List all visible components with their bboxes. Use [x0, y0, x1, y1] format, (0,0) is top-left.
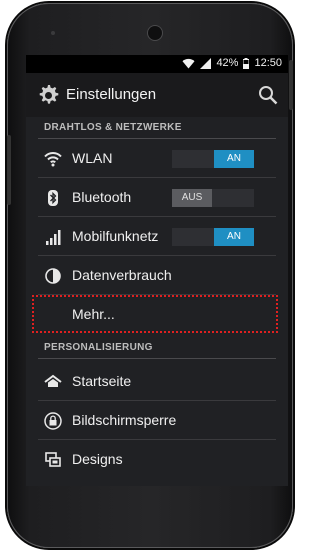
page-title: Einstellungen [66, 86, 157, 103]
settings-item-label: WLAN [72, 150, 113, 166]
signal-icon [46, 230, 61, 245]
power-button [289, 60, 293, 110]
settings-item-bluetooth[interactable]: Bluetooth AUS [26, 178, 288, 217]
themes-icon [45, 452, 61, 467]
signal-status-icon [200, 57, 212, 69]
battery-percent: 42% [216, 57, 239, 69]
settings-item-mobile-network[interactable]: Mobilfunknetz AN [26, 217, 288, 256]
front-camera [148, 26, 162, 40]
volume-button [7, 135, 11, 205]
wlan-toggle[interactable]: AN [172, 150, 254, 168]
lock-icon [44, 412, 62, 430]
highlight-box [32, 295, 278, 333]
status-bar: 42% 12:50 [26, 55, 288, 73]
sensor-dot [51, 31, 55, 35]
settings-item-label: Bluetooth [72, 189, 132, 205]
bluetooth-toggle[interactable]: AUS [172, 189, 254, 207]
screen: 42% 12:50 Einstellungen DRAHTLOS & NETZW… [26, 55, 288, 486]
action-bar: Einstellungen [26, 73, 288, 117]
settings-item-wlan[interactable]: WLAN AN [26, 139, 288, 178]
mobile-network-toggle[interactable]: AN [172, 228, 254, 246]
wifi-icon [44, 152, 62, 167]
phone-frame: 42% 12:50 Einstellungen DRAHTLOS & NETZW… [7, 3, 293, 548]
gear-icon[interactable] [36, 83, 60, 107]
wifi-status-icon [182, 58, 195, 68]
settings-item-label: Bildschirmsperre [72, 412, 177, 428]
settings-item-label: Designs [72, 451, 123, 467]
bluetooth-icon [48, 190, 58, 206]
settings-item-label: Startseite [72, 373, 132, 389]
settings-item-themes[interactable]: Designs [26, 440, 288, 479]
settings-item-home[interactable]: Startseite [26, 362, 288, 401]
clock: 12:50 [254, 57, 282, 69]
settings-item-screen-lock[interactable]: Bildschirmsperre [26, 401, 288, 440]
battery-icon [243, 57, 250, 69]
data-usage-icon [45, 268, 61, 284]
settings-item-data-usage[interactable]: Datenverbrauch [26, 256, 288, 295]
settings-item-label: Datenverbrauch [72, 267, 172, 283]
home-icon [44, 374, 62, 387]
section-header-wireless: DRAHTLOS & NETZWERKE [26, 117, 288, 139]
section-header-personalization: PERSONALISIERUNG [26, 337, 288, 359]
label-fade [157, 228, 171, 246]
search-icon[interactable] [258, 85, 278, 105]
